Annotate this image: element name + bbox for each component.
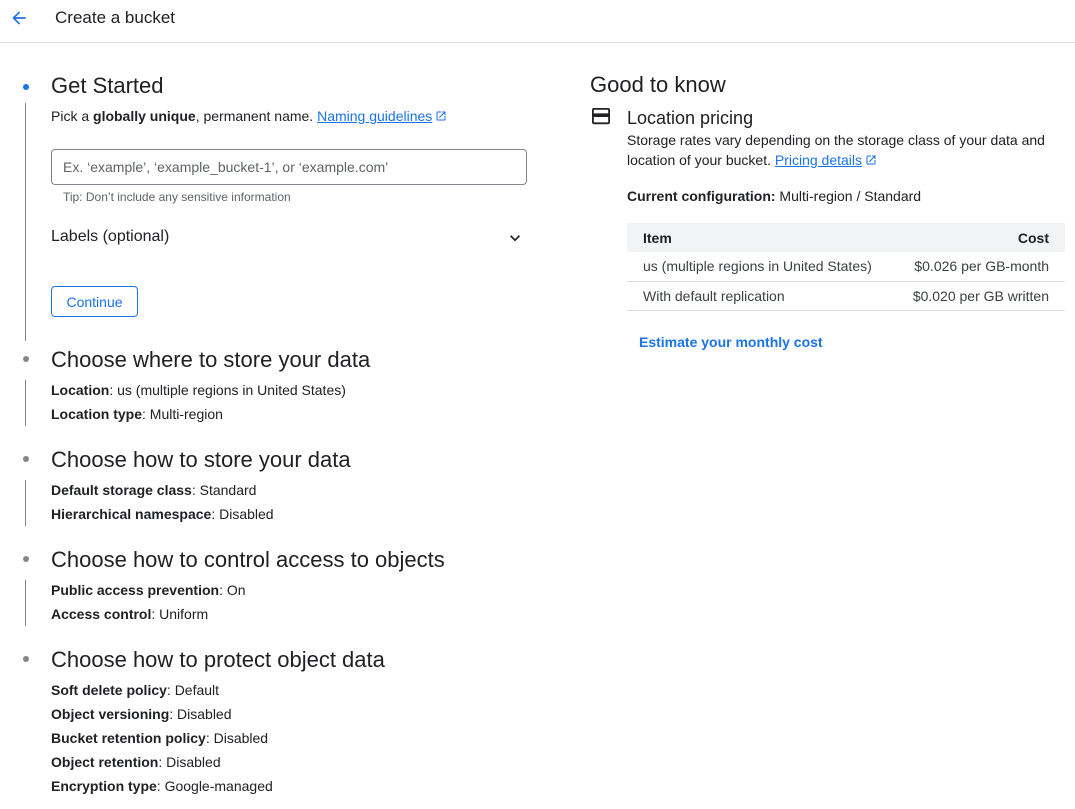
summary-value: : Disabled <box>169 706 232 722</box>
step-title-storage[interactable]: Choose how to store your data <box>51 447 351 473</box>
table-cell-item: With default replication <box>627 281 894 311</box>
chevron-down-icon <box>510 235 520 242</box>
step-dot <box>23 456 29 462</box>
name-instructions: Pick a globally unique, permanent name. … <box>51 108 447 124</box>
summary-label: Hierarchical namespace <box>51 506 212 522</box>
back-button[interactable] <box>7 6 31 30</box>
continue-button[interactable]: Continue <box>51 286 138 317</box>
location-pricing-desc: Storage rates vary depending on the stor… <box>627 130 1067 170</box>
summary-bucket-retention: Bucket retention policy: Disabled <box>51 730 268 746</box>
step-rail <box>25 380 26 426</box>
step-rail <box>25 580 26 626</box>
table-cell-cost: $0.020 per GB written <box>893 281 1065 311</box>
summary-object-retention: Object retention: Disabled <box>51 754 221 770</box>
page-title: Create a bucket <box>55 8 176 27</box>
input-tip: Tip: Don’t include any sensitive informa… <box>63 190 291 204</box>
estimate-cost-link[interactable]: Estimate your monthly cost <box>639 334 823 350</box>
step-dot <box>23 356 29 362</box>
top-bar: Create a bucket <box>0 0 1075 43</box>
summary-label: Default storage class <box>51 482 192 498</box>
desc-prefix: Pick a <box>51 108 94 124</box>
summary-value: : Default <box>166 682 220 698</box>
summary-label: Bucket retention policy <box>51 730 206 746</box>
summary-versioning: Object versioning: Disabled <box>51 706 232 722</box>
summary-label: Encryption type <box>51 778 157 794</box>
table-row: us (multiple regions in United States) $… <box>627 252 1065 282</box>
config-value: Multi-region / Standard <box>775 188 922 204</box>
summary-public-access: Public access prevention: On <box>51 582 246 598</box>
summary-value: : Disabled <box>211 506 274 522</box>
pricing-details-link[interactable]: Pricing details <box>775 152 862 168</box>
summary-value: : On <box>219 582 246 598</box>
table-cell-cost: $0.026 per GB-month <box>893 252 1065 282</box>
desc-suffix: , permanent name. <box>195 108 318 124</box>
labels-label: Labels (optional) <box>51 228 170 245</box>
summary-value: : Google-managed <box>156 778 273 794</box>
summary-location-type: Location type: Multi-region <box>51 406 223 422</box>
open-in-new-icon <box>866 155 876 165</box>
summary-label: Location type <box>51 406 143 422</box>
location-pricing-title: Location pricing <box>627 108 754 128</box>
summary-label: Object versioning <box>51 706 170 722</box>
step-dot <box>23 656 29 662</box>
summary-label: Access control <box>51 606 152 622</box>
summary-access-control: Access control: Uniform <box>51 606 208 622</box>
summary-storage-class: Default storage class: Standard <box>51 482 256 498</box>
bucket-name-input[interactable] <box>51 149 527 185</box>
current-configuration: Current configuration: Multi-region / St… <box>627 188 921 204</box>
column-header-item: Item <box>627 223 894 252</box>
step-title-access[interactable]: Choose how to control access to objects <box>51 547 445 573</box>
summary-value: : Uniform <box>151 606 209 622</box>
summary-label: Soft delete policy <box>51 682 167 698</box>
credit-card-icon <box>592 108 610 125</box>
summary-value: : Multi-region <box>142 406 223 422</box>
summary-value: : Standard <box>191 482 257 498</box>
summary-label: Object retention <box>51 754 159 770</box>
summary-namespace: Hierarchical namespace: Disabled <box>51 506 274 522</box>
desc-bold: globally unique <box>93 108 196 124</box>
summary-value: : Disabled <box>205 730 269 746</box>
step-title-location[interactable]: Choose where to store your data <box>51 347 370 373</box>
summary-label: Location <box>51 382 110 398</box>
table-cell-item: us (multiple regions in United States) <box>627 252 894 282</box>
open-in-new-icon <box>436 111 446 121</box>
table-header-row: Item Cost <box>627 223 1065 252</box>
labels-expander[interactable]: Labels (optional) <box>51 226 527 250</box>
config-label: Current configuration: <box>627 188 776 204</box>
step-title-protect[interactable]: Choose how to protect object data <box>51 647 385 673</box>
step-dot-active <box>23 84 29 90</box>
column-header-cost: Cost <box>893 223 1065 252</box>
summary-encryption: Encryption type: Google-managed <box>51 778 273 794</box>
summary-label: Public access prevention <box>51 582 220 598</box>
summary-value: : us (multiple regions in United States) <box>109 382 346 398</box>
summary-value: : Disabled <box>158 754 221 770</box>
pricing-table: Item Cost us (multiple regions in United… <box>627 223 1065 311</box>
step-dot <box>23 556 29 562</box>
summary-soft-delete: Soft delete policy: Default <box>51 682 219 698</box>
step-title-get-started: Get Started <box>51 73 164 98</box>
summary-location: Location: us (multiple regions in United… <box>51 382 346 398</box>
table-row: With default replication $0.020 per GB w… <box>627 281 1065 311</box>
step-rail <box>25 103 26 341</box>
step-rail <box>25 480 26 526</box>
naming-guidelines-link[interactable]: Naming guidelines <box>317 108 432 124</box>
arrow-back-icon <box>12 11 26 25</box>
good-to-know-title: Good to know <box>590 72 726 97</box>
